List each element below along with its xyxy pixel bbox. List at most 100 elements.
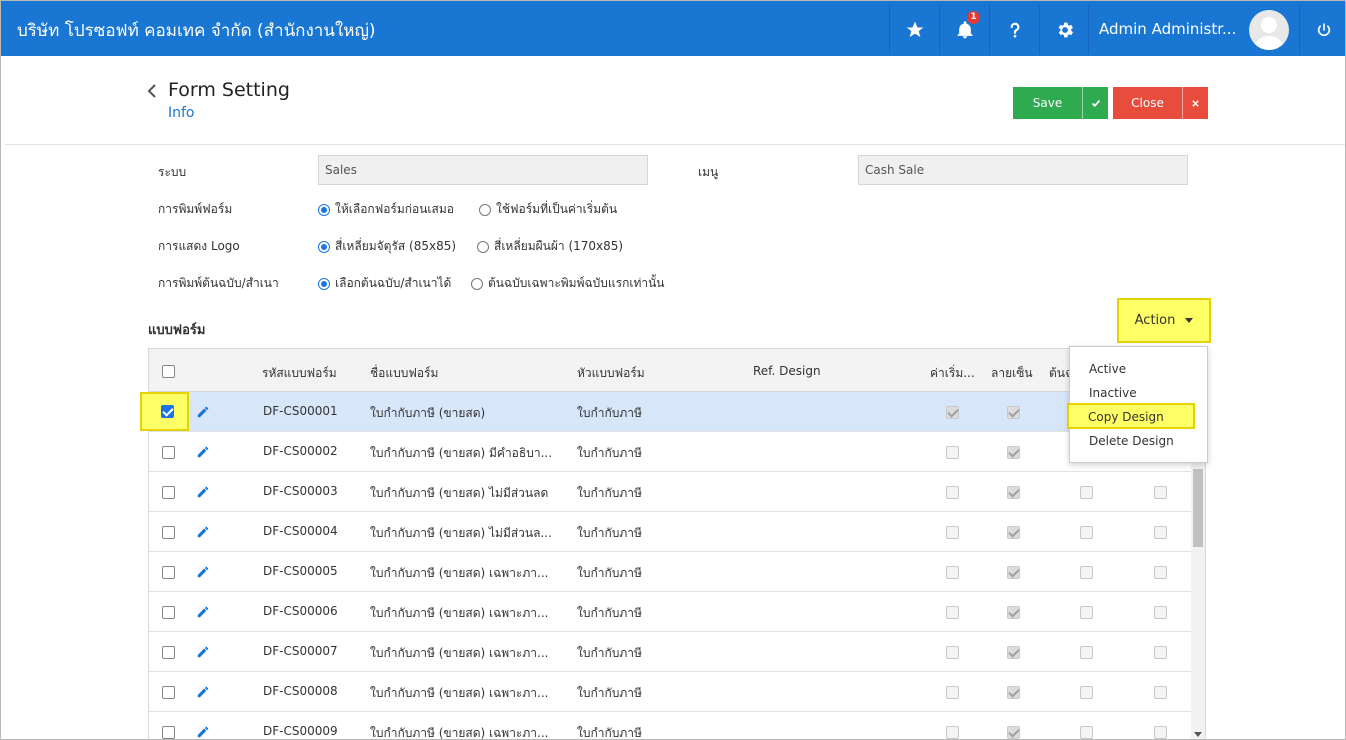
col-header[interactable]: หัวแบบฟอร์ม: [577, 364, 645, 383]
table-row[interactable]: DF-CS00009 ใบกำกับภาษี (ขายสด) เฉพาะภา..…: [149, 712, 1205, 739]
table-row[interactable]: DF-CS00006 ใบกำกับภาษี (ขายสด) เฉพาะภา..…: [149, 592, 1205, 632]
notifications-button[interactable]: 1: [939, 5, 989, 54]
row-code: DF-CS00006: [263, 604, 338, 618]
radio-unchecked-icon[interactable]: [477, 240, 489, 253]
table-row[interactable]: DF-CS00008 ใบกำกับภาษี (ขายสด) เฉพาะภา..…: [149, 672, 1205, 712]
row-checkbox[interactable]: [162, 526, 175, 539]
menu-item-copy-design[interactable]: Copy Design: [1067, 403, 1195, 429]
table-row[interactable]: DF-CS00003 ใบกำกับภาษี (ขายสด) ไม่มีส่วน…: [149, 472, 1205, 512]
menu-item-delete-design[interactable]: Delete Design: [1089, 434, 1174, 448]
edit-icon[interactable]: [196, 405, 210, 419]
edit-icon[interactable]: [196, 605, 210, 619]
system-field[interactable]: Sales: [318, 155, 648, 185]
row-header: ใบกำกับภาษี: [577, 646, 642, 660]
col-default[interactable]: ค่าเริ่ม...: [930, 364, 975, 383]
radio-unchecked-icon[interactable]: [471, 277, 483, 290]
row-1-checkbox[interactable]: [161, 405, 174, 418]
col-name[interactable]: ชื่อแบบฟอร์ม: [370, 364, 438, 383]
save-button[interactable]: Save: [1013, 87, 1108, 119]
row-default-checkbox: [946, 446, 959, 459]
close-button[interactable]: Close: [1113, 87, 1208, 119]
page-subtitle[interactable]: Info: [168, 105, 195, 121]
favorites-button[interactable]: [889, 5, 939, 54]
logo-option-square[interactable]: สี่เหลี่ยมจัตุรัส (85x85): [318, 237, 456, 256]
row-code: DF-CS00004: [263, 524, 338, 538]
row-original-checkbox[interactable]: [1080, 486, 1093, 499]
row-original-checkbox[interactable]: [1080, 566, 1093, 579]
row-copy-checkbox[interactable]: [1154, 646, 1167, 659]
avatar[interactable]: [1249, 10, 1289, 50]
row-copy-checkbox[interactable]: [1154, 486, 1167, 499]
table-row[interactable]: DF-CS00007 ใบกำกับภาษี (ขายสด) เฉพาะภา..…: [149, 632, 1205, 672]
edit-icon[interactable]: [196, 725, 210, 739]
settings-button[interactable]: [1039, 5, 1089, 54]
forms-table: รหัสแบบฟอร์ม ชื่อแบบฟอร์ม หัวแบบฟอร์ม Re…: [148, 348, 1206, 739]
radio-checked-icon[interactable]: [318, 203, 330, 216]
radio-checked-icon[interactable]: [318, 240, 330, 253]
row-original-checkbox[interactable]: [1080, 686, 1093, 699]
radio-checked-icon[interactable]: [318, 277, 330, 290]
menu-field[interactable]: Cash Sale: [858, 155, 1188, 185]
row-original-checkbox[interactable]: [1080, 726, 1093, 739]
edit-icon[interactable]: [196, 525, 210, 539]
col-code[interactable]: รหัสแบบฟอร์ม: [262, 364, 337, 383]
row-checkbox[interactable]: [162, 446, 175, 459]
row-original-checkbox[interactable]: [1080, 646, 1093, 659]
row-signature-checkbox: [1007, 406, 1020, 419]
close-button-label[interactable]: Close: [1113, 87, 1182, 119]
row-checkbox[interactable]: [162, 646, 175, 659]
row-checkbox[interactable]: [162, 686, 175, 699]
row-copy-checkbox[interactable]: [1154, 526, 1167, 539]
page-title: Form Setting: [168, 79, 290, 101]
edit-icon[interactable]: [196, 445, 210, 459]
menu-item-inactive[interactable]: Inactive: [1089, 386, 1137, 400]
edit-icon[interactable]: [196, 685, 210, 699]
radio-unchecked-icon[interactable]: [479, 203, 491, 216]
row-checkbox[interactable]: [162, 726, 175, 739]
copy-option-first-only[interactable]: ต้นฉบับเฉพาะพิมพ์ฉบับแรกเท่านั้น: [471, 274, 665, 293]
scrollbar-thumb[interactable]: [1193, 469, 1203, 547]
edit-icon[interactable]: [196, 485, 210, 499]
print-option-default[interactable]: ใช้ฟอร์มที่เป็นค่าเริ่มต้น: [479, 200, 617, 219]
select-all-checkbox[interactable]: [162, 365, 175, 378]
copy-option-selectable[interactable]: เลือกต้นฉบับ/สำเนาได้: [318, 274, 451, 293]
print-option-always-choose[interactable]: ให้เลือกฟอร์มก่อนเสมอ: [318, 200, 454, 219]
check-icon[interactable]: [1082, 87, 1108, 119]
row-original-checkbox[interactable]: [1080, 526, 1093, 539]
table-row[interactable]: DF-CS00005 ใบกำกับภาษี (ขายสด) เฉพาะภา..…: [149, 552, 1205, 592]
edit-icon[interactable]: [196, 565, 210, 579]
row-default-checkbox: [946, 486, 959, 499]
table-row[interactable]: DF-CS00001 ใบกำกับภาษี (ขายสด) ใบกำกับภา…: [149, 392, 1205, 432]
row-checkbox[interactable]: [162, 606, 175, 619]
menu-item-copy-design-label[interactable]: Copy Design: [1088, 410, 1164, 424]
menu-item-active[interactable]: Active: [1089, 362, 1126, 376]
table-row[interactable]: DF-CS00002 ใบกำกับภาษี (ขายสด) มีคำอธิบา…: [149, 432, 1205, 472]
logout-button[interactable]: [1299, 5, 1345, 54]
table-scrollbar[interactable]: [1191, 463, 1205, 739]
back-button[interactable]: [147, 83, 157, 102]
logo-option-rectangle[interactable]: สี่เหลี่ยมผืนผ้า (170x85): [477, 237, 623, 256]
row-copy-checkbox[interactable]: [1154, 566, 1167, 579]
user-menu[interactable]: Admin Administr...: [1088, 5, 1298, 54]
row-checkbox[interactable]: [162, 566, 175, 579]
row-original-checkbox[interactable]: [1080, 606, 1093, 619]
row-copy-checkbox[interactable]: [1154, 686, 1167, 699]
edit-icon[interactable]: [196, 645, 210, 659]
row-code: DF-CS00003: [263, 484, 338, 498]
col-ref-design[interactable]: Ref. Design: [753, 364, 821, 378]
help-icon: [1010, 22, 1019, 38]
row-copy-checkbox[interactable]: [1154, 606, 1167, 619]
scroll-down-icon[interactable]: [1194, 732, 1202, 737]
row-signature-checkbox: [1007, 686, 1020, 699]
close-icon[interactable]: [1182, 87, 1208, 119]
row-code: DF-CS00005: [263, 564, 338, 578]
save-button-label[interactable]: Save: [1013, 87, 1082, 119]
col-signature[interactable]: ลายเซ็น: [991, 364, 1033, 383]
row-name: ใบกำกับภาษี (ขายสด): [370, 406, 486, 420]
table-row[interactable]: DF-CS00004 ใบกำกับภาษี (ขายสด) ไม่มีส่วน…: [149, 512, 1205, 552]
row-name: ใบกำกับภาษี (ขายสด) ไม่มีส่วนลด: [370, 486, 549, 500]
row-checkbox[interactable]: [162, 486, 175, 499]
action-button[interactable]: Action: [1117, 298, 1211, 343]
help-button[interactable]: [989, 5, 1039, 54]
row-copy-checkbox[interactable]: [1154, 726, 1167, 739]
